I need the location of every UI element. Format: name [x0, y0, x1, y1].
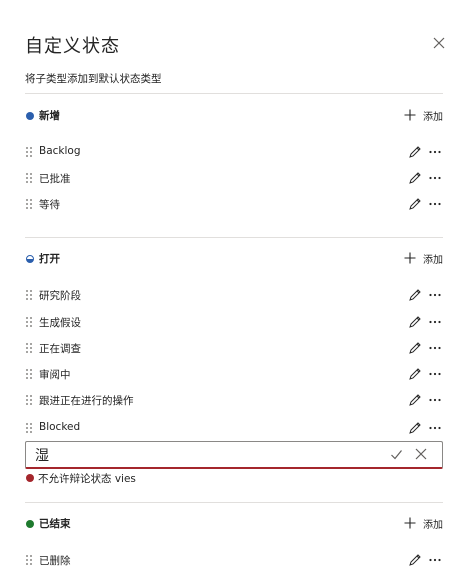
- list-item[interactable]: Backlog: [25, 144, 443, 164]
- item-label: 研究阶段: [39, 290, 81, 302]
- list-item[interactable]: 已删除: [25, 552, 443, 572]
- item-label: 跟进正在进行的操作: [39, 395, 134, 407]
- pencil-icon[interactable]: [408, 393, 422, 407]
- pencil-icon[interactable]: [408, 553, 422, 567]
- pencil-icon[interactable]: [408, 367, 422, 381]
- list-item[interactable]: 等待: [25, 196, 443, 216]
- pencil-icon[interactable]: [408, 315, 422, 329]
- section-label: 已结束: [39, 518, 71, 530]
- dialog-title: 自定义状态: [25, 36, 120, 57]
- drag-handle-icon[interactable]: [26, 199, 34, 211]
- plus-icon: [404, 109, 416, 121]
- item-label: 生成假设: [39, 317, 81, 329]
- checkmark-icon[interactable]: [390, 448, 403, 461]
- drag-handle-icon[interactable]: [26, 290, 34, 302]
- pencil-icon[interactable]: [408, 421, 422, 435]
- add-label: 添加: [423, 520, 443, 531]
- status-dot-icon: [26, 255, 34, 263]
- item-label: Backlog: [39, 145, 81, 157]
- status-name-input[interactable]: 湿: [25, 441, 443, 469]
- more-icon[interactable]: [428, 421, 442, 435]
- divider: [25, 93, 443, 94]
- more-icon[interactable]: [428, 367, 442, 381]
- section-header-open: 打开 添加: [25, 250, 443, 270]
- more-icon[interactable]: [428, 341, 442, 355]
- dialog-subtitle: 将子类型添加到默认状态类型: [25, 73, 162, 85]
- add-new-button[interactable]: 添加: [403, 107, 443, 127]
- list-item[interactable]: Blocked: [25, 420, 443, 440]
- add-closed-button[interactable]: 添加: [403, 515, 443, 535]
- divider: [25, 502, 443, 503]
- section-header-new: 新增 添加: [25, 107, 443, 127]
- divider: [25, 237, 443, 238]
- more-icon[interactable]: [428, 197, 442, 211]
- add-label: 添加: [423, 255, 443, 266]
- cancel-icon[interactable]: [415, 448, 427, 460]
- input-value[interactable]: 湿: [35, 445, 49, 465]
- list-item[interactable]: 审阅中: [25, 366, 443, 386]
- drag-handle-icon[interactable]: [26, 343, 34, 355]
- item-label: 已删除: [39, 555, 71, 567]
- plus-icon: [404, 517, 416, 529]
- item-label: 已批准: [39, 173, 71, 185]
- drag-handle-icon[interactable]: [26, 317, 34, 329]
- pencil-icon[interactable]: [408, 197, 422, 211]
- more-icon[interactable]: [428, 315, 442, 329]
- list-item[interactable]: 正在调查: [25, 340, 443, 360]
- item-label: 正在调查: [39, 343, 81, 355]
- drag-handle-icon[interactable]: [26, 173, 34, 185]
- list-item[interactable]: 研究阶段: [25, 287, 443, 307]
- list-item[interactable]: 已批准: [25, 170, 443, 190]
- item-label: Blocked: [39, 421, 81, 433]
- add-open-button[interactable]: 添加: [403, 250, 443, 270]
- status-dot-icon: [26, 520, 34, 528]
- drag-handle-icon[interactable]: [26, 395, 34, 407]
- pencil-icon[interactable]: [408, 171, 422, 185]
- add-label: 添加: [423, 112, 443, 123]
- more-icon[interactable]: [428, 553, 442, 567]
- pencil-icon[interactable]: [408, 288, 422, 302]
- plus-icon: [404, 252, 416, 264]
- status-dot-icon: [26, 112, 34, 120]
- close-icon[interactable]: [432, 36, 446, 50]
- drag-handle-icon[interactable]: [26, 369, 34, 381]
- item-label: 等待: [39, 199, 60, 211]
- section-label: 打开: [39, 253, 60, 265]
- drag-handle-icon[interactable]: [26, 147, 34, 159]
- more-icon[interactable]: [428, 393, 442, 407]
- more-icon[interactable]: [428, 171, 442, 185]
- item-label: 审阅中: [39, 369, 71, 381]
- drag-handle-icon[interactable]: [26, 555, 34, 567]
- list-item[interactable]: 生成假设: [25, 314, 443, 334]
- error-message: 不允许辩论状态 vies: [38, 473, 136, 485]
- section-header-closed: 已结束 添加: [25, 515, 443, 535]
- error-icon: [26, 474, 34, 482]
- list-item[interactable]: 跟进正在进行的操作: [25, 392, 443, 412]
- drag-handle-icon[interactable]: [26, 423, 34, 435]
- pencil-icon[interactable]: [408, 145, 422, 159]
- more-icon[interactable]: [428, 288, 442, 302]
- pencil-icon[interactable]: [408, 341, 422, 355]
- more-icon[interactable]: [428, 145, 442, 159]
- section-label: 新增: [39, 110, 60, 122]
